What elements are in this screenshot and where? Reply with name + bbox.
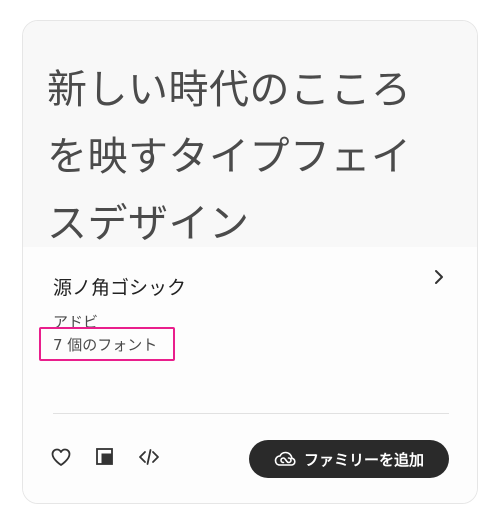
family-info: 源ノ角ゴシック アドビ 7 個のフォント ファミリーを追加	[23, 247, 477, 503]
type-sample-area[interactable]: 新しい時代のこころを映すタイプフェイスデザイン	[23, 21, 477, 247]
chevron-right-icon[interactable]	[429, 267, 449, 287]
add-family-label: ファミリーを追加	[303, 450, 424, 469]
heart-icon[interactable]	[49, 445, 73, 469]
sample-text-icon[interactable]	[93, 445, 117, 469]
family-name[interactable]: 源ノ角ゴシック	[53, 273, 186, 300]
type-sample-text: 新しい時代のこころを映すタイプフェイスデザイン	[47, 67, 412, 247]
divider	[53, 413, 449, 414]
creative-cloud-icon	[274, 451, 296, 466]
code-icon[interactable]	[137, 445, 161, 469]
add-family-button[interactable]: ファミリーを追加	[249, 440, 449, 478]
font-family-card[interactable]: 新しい時代のこころを映すタイプフェイスデザイン 源ノ角ゴシック アドビ 7 個の…	[22, 20, 478, 504]
font-count: 7 個のフォント	[53, 336, 158, 354]
